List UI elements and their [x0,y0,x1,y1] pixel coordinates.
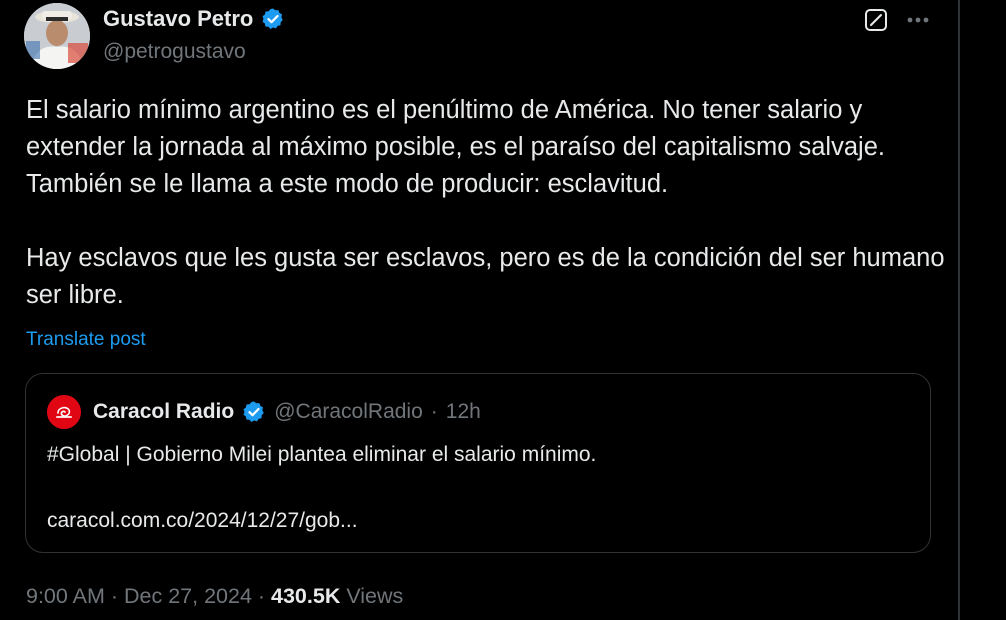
quoted-tweet-text: #Global | Gobierno Milei plantea elimina… [47,443,597,466]
meta-separator-2: · [251,584,272,608]
views-count: 430.5K [271,584,341,608]
author-name[interactable]: Gustavo Petro [103,6,253,32]
caracol-radio-logo [47,395,81,429]
grok-icon[interactable] [864,8,888,32]
verified-badge-icon[interactable] [261,7,285,31]
quoted-tweet-header: Caracol Radio @CaracolRadio · 12h [47,395,481,429]
quoted-author-handle: @CaracolRadio [274,400,423,423]
more-options-icon[interactable] [904,6,932,34]
quoted-timestamp: 12h [445,400,481,423]
tweet-date[interactable]: Dec 27, 2024 [124,582,252,610]
tweet-text: El salario mínimo argentino es el penúlt… [26,92,946,314]
tweet-paragraph-2: Hay esclavos que les gusta ser esclavos,… [26,244,952,309]
verified-badge-icon [242,400,266,424]
author-avatar[interactable] [24,3,90,69]
tweet-paragraph-1: El salario mínimo argentino es el penúlt… [26,96,892,198]
quoted-author-name: Caracol Radio [93,400,235,423]
author-name-row: Gustavo Petro [103,6,285,32]
author-handle[interactable]: @petrogustavo [103,40,246,64]
tweet-detail: Gustavo Petro @petrogustavo El salario m… [0,0,1006,620]
quoted-tweet-card[interactable]: Caracol Radio @CaracolRadio · 12h #Globa… [25,373,931,553]
quoted-tweet-link[interactable]: caracol.com.co/2024/12/27/gob... [47,506,358,536]
views-label: Views [340,584,404,608]
tweet-metadata: 9:00 AM · Dec 27, 2024 · 430.5K Views [26,582,403,610]
column-divider [958,0,960,620]
tweet-time[interactable]: 9:00 AM [26,582,105,610]
meta-separator-1: · [104,584,124,608]
translate-post-link[interactable]: Translate post [26,328,146,352]
quoted-separator: · [430,400,438,423]
